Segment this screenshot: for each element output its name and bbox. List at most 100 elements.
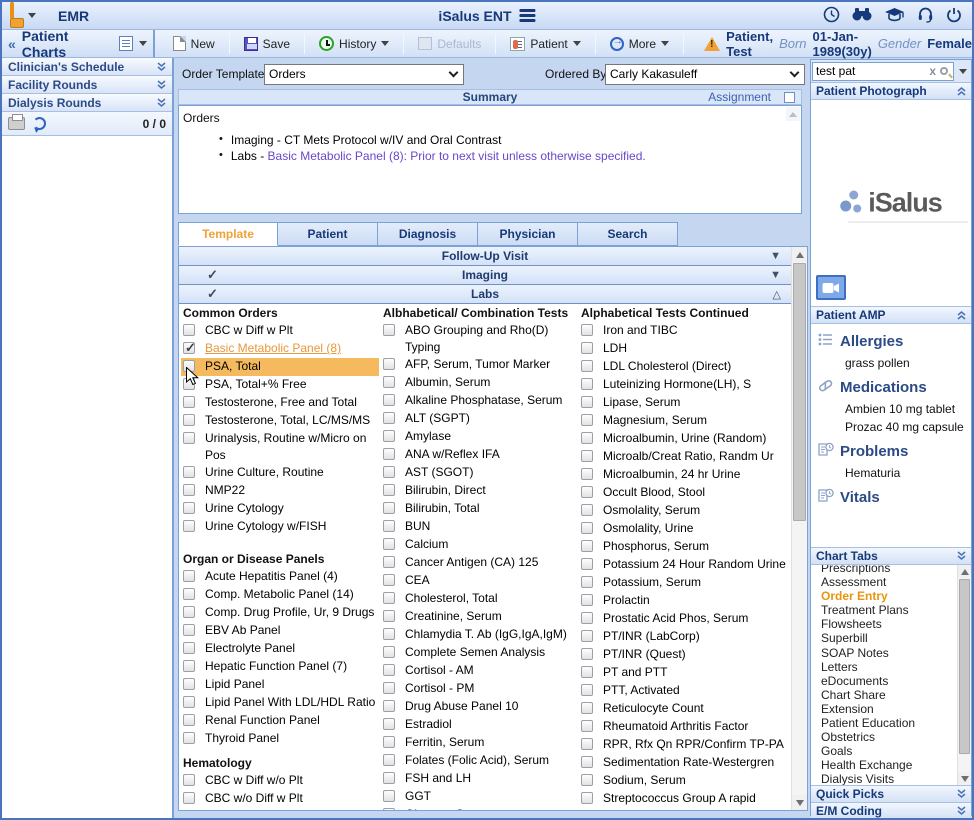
- lab-item-sodium-serum[interactable]: Sodium, Serum: [579, 772, 789, 790]
- checkbox[interactable]: [383, 430, 395, 442]
- checkbox[interactable]: [383, 772, 395, 784]
- collapse-arrow-down-icon[interactable]: ▼: [770, 269, 781, 281]
- lab-item-afp-serum-tumor-marker[interactable]: AFP, Serum, Tumor Marker: [381, 356, 577, 374]
- lab-item-albumin-serum[interactable]: Albumin, Serum: [381, 374, 577, 392]
- webcam-button[interactable]: [816, 275, 846, 300]
- lab-item-cbc-w-o-diff-w-o-plt[interactable]: CBC w/o Diff w/o Plt: [181, 808, 379, 811]
- scroll-up-button[interactable]: [792, 247, 808, 262]
- lab-item-ast-sgot[interactable]: AST (SGOT): [381, 464, 577, 482]
- chart-tab-dialysis-visits[interactable]: Dialysis Visits: [821, 772, 971, 785]
- checkbox[interactable]: [183, 588, 195, 600]
- clear-search-icon[interactable]: x: [929, 64, 936, 78]
- checkbox[interactable]: [581, 594, 593, 606]
- chart-tab-superbill[interactable]: Superbill: [821, 631, 971, 645]
- checkbox[interactable]: [581, 702, 593, 714]
- lab-item-microalbumin-urine-random[interactable]: Microalbumin, Urine (Random): [579, 430, 789, 448]
- lab-item-urine-culture-routine[interactable]: Urine Culture, Routine: [181, 464, 379, 482]
- collapse-arrow-down-icon[interactable]: ▼: [770, 250, 781, 262]
- lab-item-thyroid-panel[interactable]: Thyroid Panel: [181, 730, 379, 748]
- lab-item-basic-metabolic-panel-8[interactable]: Basic Metabolic Panel (8): [181, 340, 379, 358]
- patient-charts-header[interactable]: « Patient Charts: [2, 30, 155, 58]
- clock-icon[interactable]: [823, 6, 840, 23]
- checkbox[interactable]: [183, 774, 195, 786]
- history-button[interactable]: History: [311, 33, 397, 54]
- checkbox[interactable]: [383, 736, 395, 748]
- scroll-up-button[interactable]: [958, 565, 971, 578]
- lab-item-glucose-serum[interactable]: Glucose, Serum: [381, 806, 577, 811]
- lab-item-cbc-w-o-diff-w-plt[interactable]: CBC w/o Diff w Plt: [181, 790, 379, 808]
- chart-tab-letters[interactable]: Letters: [821, 660, 971, 674]
- lab-item-rheumatoid-arthritis-factor[interactable]: Rheumatoid Arthritis Factor: [579, 718, 789, 736]
- quick-picks-header[interactable]: Quick Picks: [811, 785, 971, 803]
- save-button[interactable]: Save: [236, 34, 298, 54]
- checkbox[interactable]: [183, 466, 195, 478]
- lab-item-osmolality-urine[interactable]: Osmolality, Urine: [579, 520, 789, 538]
- lab-item-ferritin-serum[interactable]: Ferritin, Serum: [381, 734, 577, 752]
- checkbox[interactable]: [383, 448, 395, 460]
- lab-item-ebv-ab-panel[interactable]: EBV Ab Panel: [181, 622, 379, 640]
- checkbox[interactable]: [581, 648, 593, 660]
- lab-item-reticulocyte-count[interactable]: Reticulocyte Count: [579, 700, 789, 718]
- more-button[interactable]: More: [602, 34, 677, 54]
- checkbox[interactable]: [183, 810, 195, 811]
- lab-item-acute-hepatitis-panel-4[interactable]: Acute Hepatitis Panel (4): [181, 568, 379, 586]
- checkbox[interactable]: [183, 342, 195, 354]
- checkbox[interactable]: [581, 468, 593, 480]
- lab-item-urine-cytology[interactable]: Urine Cytology: [181, 500, 379, 518]
- scroll-up-button[interactable]: [786, 107, 800, 121]
- checkbox[interactable]: [183, 360, 195, 372]
- lab-item-ana-w-reflex-ifa[interactable]: ANA w/Reflex IFA: [381, 446, 577, 464]
- tab-diagnosis[interactable]: Diagnosis: [378, 222, 478, 246]
- checkbox[interactable]: [581, 792, 593, 804]
- checkbox[interactable]: [383, 538, 395, 550]
- checkbox[interactable]: [383, 682, 395, 694]
- lab-item-bilirubin-direct[interactable]: Bilirubin, Direct: [381, 482, 577, 500]
- lab-item-hepatic-function-panel-7[interactable]: Hepatic Function Panel (7): [181, 658, 379, 676]
- lab-item-cortisol-am[interactable]: Cortisol - AM: [381, 662, 577, 680]
- lab-item-testosterone-free-and-total[interactable]: Testosterone, Free and Total: [181, 394, 379, 412]
- sidebar-section-clinician-s-schedule[interactable]: Clinician's Schedule: [2, 58, 172, 76]
- checkbox[interactable]: [383, 324, 395, 336]
- amp-header-vitals[interactable]: Vitals: [817, 487, 971, 508]
- checkbox[interactable]: [183, 714, 195, 726]
- checkbox[interactable]: [581, 720, 593, 732]
- chart-tab-goals[interactable]: Goals: [821, 744, 971, 758]
- chart-tab-patient-education[interactable]: Patient Education: [821, 716, 971, 730]
- checkbox[interactable]: [383, 754, 395, 766]
- lab-item-abo-grouping-and-rho-d-typing[interactable]: ABO Grouping and Rho(D) Typing: [381, 322, 577, 356]
- checkbox[interactable]: [581, 738, 593, 750]
- lab-item-prolactin[interactable]: Prolactin: [579, 592, 789, 610]
- lab-item-rpr-rfx-qn-rpr-confirm-tp-pa[interactable]: RPR, Rfx Qn RPR/Confirm TP-PA: [579, 736, 789, 754]
- checkbox[interactable]: [183, 520, 195, 532]
- lab-item-cholesterol-total[interactable]: Cholesterol, Total: [381, 590, 577, 608]
- order-template-select[interactable]: Orders: [264, 64, 464, 85]
- checkbox[interactable]: [581, 540, 593, 552]
- checkbox[interactable]: [383, 808, 395, 811]
- lab-item-lipase-serum[interactable]: Lipase, Serum: [579, 394, 789, 412]
- checkbox[interactable]: [581, 630, 593, 642]
- sidebar-section-facility-rounds[interactable]: Facility Rounds: [2, 76, 172, 94]
- lab-item-alt-sgpt[interactable]: ALT (SGPT): [381, 410, 577, 428]
- labs-scrollbar[interactable]: [791, 247, 807, 810]
- checkbox[interactable]: [183, 378, 195, 390]
- checkbox[interactable]: [383, 376, 395, 388]
- lab-item-electrolyte-panel[interactable]: Electrolyte Panel: [181, 640, 379, 658]
- tab-search[interactable]: Search: [578, 222, 678, 246]
- checkbox[interactable]: [581, 756, 593, 768]
- assignment-checkbox[interactable]: [784, 92, 795, 103]
- lab-item-pt-inr-labcorp[interactable]: PT/INR (LabCorp): [579, 628, 789, 646]
- scrollbar-thumb[interactable]: [959, 579, 970, 754]
- tab-patient[interactable]: Patient: [278, 222, 378, 246]
- checkbox[interactable]: [581, 522, 593, 534]
- checkbox[interactable]: [383, 556, 395, 568]
- checkbox[interactable]: [383, 574, 395, 586]
- checkbox[interactable]: [183, 502, 195, 514]
- checkbox[interactable]: [581, 684, 593, 696]
- checkbox[interactable]: [183, 660, 195, 672]
- lab-item-folates-folic-acid-serum[interactable]: Folates (Folic Acid), Serum: [381, 752, 577, 770]
- checkbox[interactable]: [581, 774, 593, 786]
- amp-header-medications[interactable]: Medications: [817, 377, 971, 398]
- checkbox[interactable]: [581, 324, 593, 336]
- chart-tab-health-exchange[interactable]: Health Exchange: [821, 758, 971, 772]
- lab-item-magnesium-serum[interactable]: Magnesium, Serum: [579, 412, 789, 430]
